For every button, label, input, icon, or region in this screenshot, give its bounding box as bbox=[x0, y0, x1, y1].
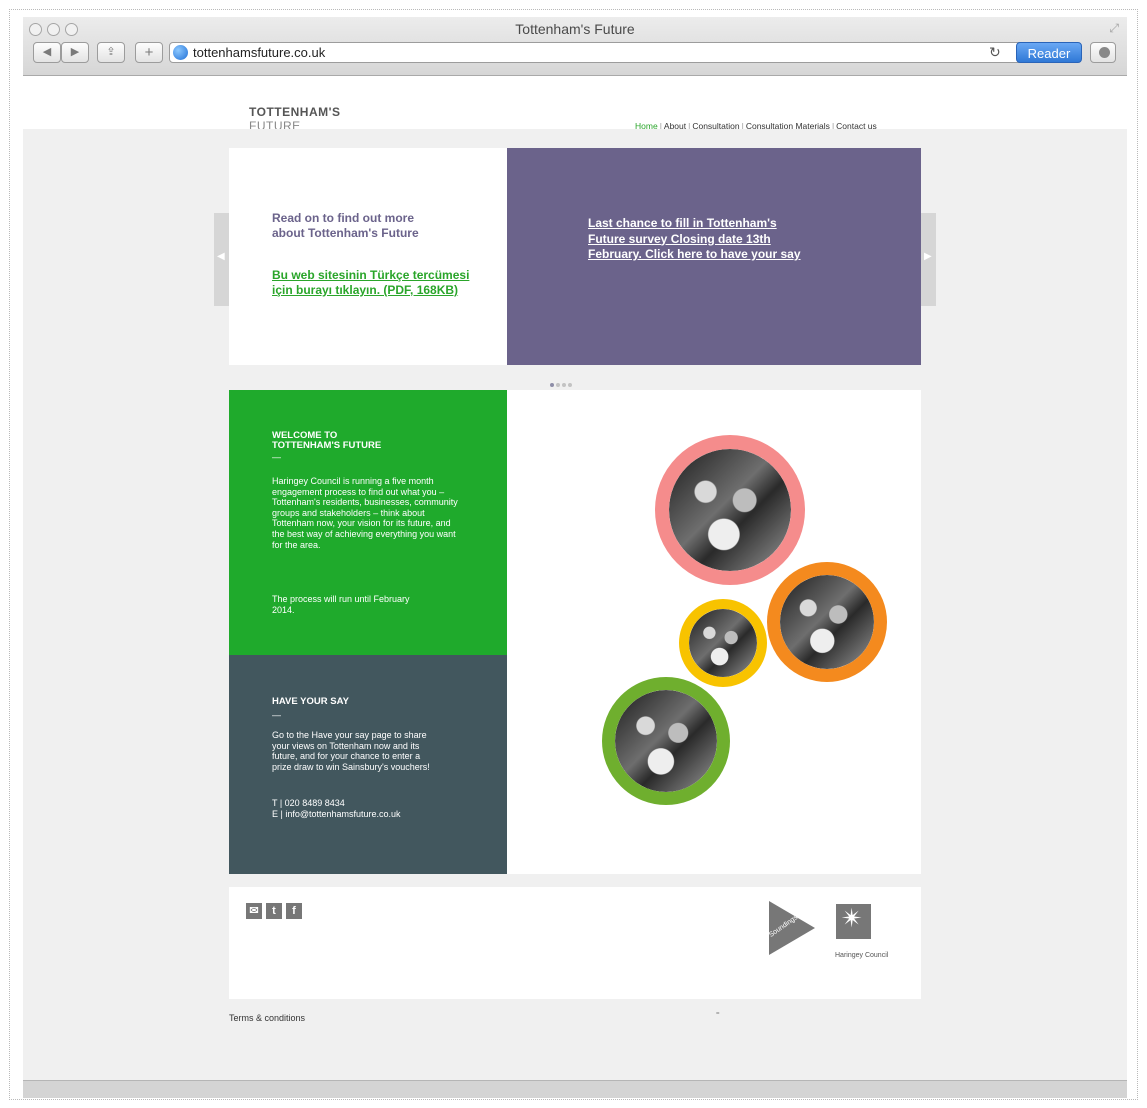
back-arrow-icon: ◀ bbox=[42, 46, 52, 58]
slider-prev-button[interactable]: ◀ bbox=[214, 213, 229, 306]
slide-intro-text: Read on to find out more about Tottenham… bbox=[272, 211, 419, 240]
have-your-say-text: Go to the Have your say page to share yo… bbox=[272, 730, 430, 772]
slider-dot-1[interactable] bbox=[550, 383, 554, 387]
browser-status-bar bbox=[23, 1080, 1127, 1098]
site-header: TOTTENHAM'S FUTURE Home | About | Consultati… bbox=[23, 76, 1127, 133]
contact-phone: T | 020 8489 8434 bbox=[272, 798, 345, 808]
welcome-dash: — bbox=[272, 452, 281, 462]
forward-arrow-icon: ▶ bbox=[70, 46, 80, 58]
have-your-say-dash: — bbox=[272, 710, 281, 720]
fullscreen-icon[interactable]: ⤢ bbox=[1109, 21, 1119, 36]
new-tab-button[interactable]: + bbox=[135, 42, 163, 63]
slider-dot-4[interactable] bbox=[568, 383, 572, 387]
plus-icon: + bbox=[144, 44, 154, 61]
survey-link[interactable]: Last chance to fill in Tottenham's Futur… bbox=[588, 216, 808, 263]
welcome-body-2: The process will run until February 2014… bbox=[272, 594, 410, 615]
url-text[interactable]: tottenhamsfuture.co.uk bbox=[193, 45, 325, 60]
photo-circle-pink bbox=[655, 435, 805, 585]
browser-toolbar: Tottenham's Future ⤢ ◀ ▶ ⇪ + tottenhamsf… bbox=[23, 17, 1127, 76]
welcome-title-line2: TOTTENHAM'S FUTURE bbox=[272, 440, 382, 451]
browser-window: Tottenham's Future ⤢ ◀ ▶ ⇪ + tottenhamsf… bbox=[23, 17, 1127, 1098]
download-icon bbox=[1099, 47, 1110, 58]
slider-dot-3[interactable] bbox=[562, 383, 566, 387]
window-title: Tottenham's Future bbox=[515, 21, 635, 37]
have-your-say-link[interactable]: Have your say bbox=[312, 730, 370, 740]
share-button[interactable]: ⇪ bbox=[97, 42, 125, 63]
slider-next-button[interactable]: ▶ bbox=[921, 213, 936, 306]
welcome-body: Haringey Council is running a five month… bbox=[272, 476, 458, 550]
email-share-icon[interactable]: ✉ bbox=[246, 903, 262, 919]
photo-circle-orange bbox=[767, 562, 887, 682]
welcome-panel: WELCOME TO TOTTENHAM'S FUTURE — Haringey… bbox=[229, 390, 507, 655]
chevron-left-icon: ◀ bbox=[217, 251, 225, 262]
contact-email[interactable]: E | info@tottenhamsfuture.co.uk bbox=[272, 809, 462, 820]
slide-intro-panel bbox=[229, 148, 507, 365]
footer-mark: = bbox=[716, 1011, 720, 1017]
photo-circle-green bbox=[602, 677, 730, 805]
downloads-button[interactable] bbox=[1090, 42, 1116, 63]
address-bar[interactable]: tottenhamsfuture.co.uk bbox=[169, 42, 1079, 63]
turkish-translation-link[interactable]: Bu web sitesinin Türkçe tercümesi için b… bbox=[272, 268, 482, 298]
globe-icon bbox=[173, 45, 188, 60]
slider-dot-2[interactable] bbox=[556, 383, 560, 387]
site-logo-line1[interactable]: TOTTENHAM'S bbox=[249, 105, 340, 119]
community-photos-panel bbox=[507, 390, 921, 874]
have-your-say-panel: HAVE YOUR SAY — Go to the Have your say … bbox=[229, 655, 507, 874]
back-button[interactable]: ◀ bbox=[33, 42, 61, 63]
have-your-say-title: HAVE YOUR SAY bbox=[272, 696, 349, 707]
haringey-star-icon: ✴ bbox=[841, 903, 863, 933]
reader-button[interactable]: Reader bbox=[1016, 42, 1082, 63]
photo-circle-yellow bbox=[679, 599, 767, 687]
terms-link[interactable]: Terms & conditions bbox=[229, 1013, 305, 1023]
reload-icon[interactable]: ↻ bbox=[989, 44, 1001, 61]
chevron-right-icon: ▶ bbox=[924, 251, 932, 262]
twitter-icon[interactable]: t bbox=[266, 903, 282, 919]
forward-button[interactable]: ▶ bbox=[61, 42, 89, 63]
footer-panel: ✉ t f Soundings ✴ Haringey Council bbox=[229, 887, 921, 999]
share-icon: ⇪ bbox=[106, 46, 116, 58]
haringey-logo-text: Haringey Council bbox=[835, 952, 889, 959]
facebook-icon[interactable]: f bbox=[286, 903, 302, 919]
